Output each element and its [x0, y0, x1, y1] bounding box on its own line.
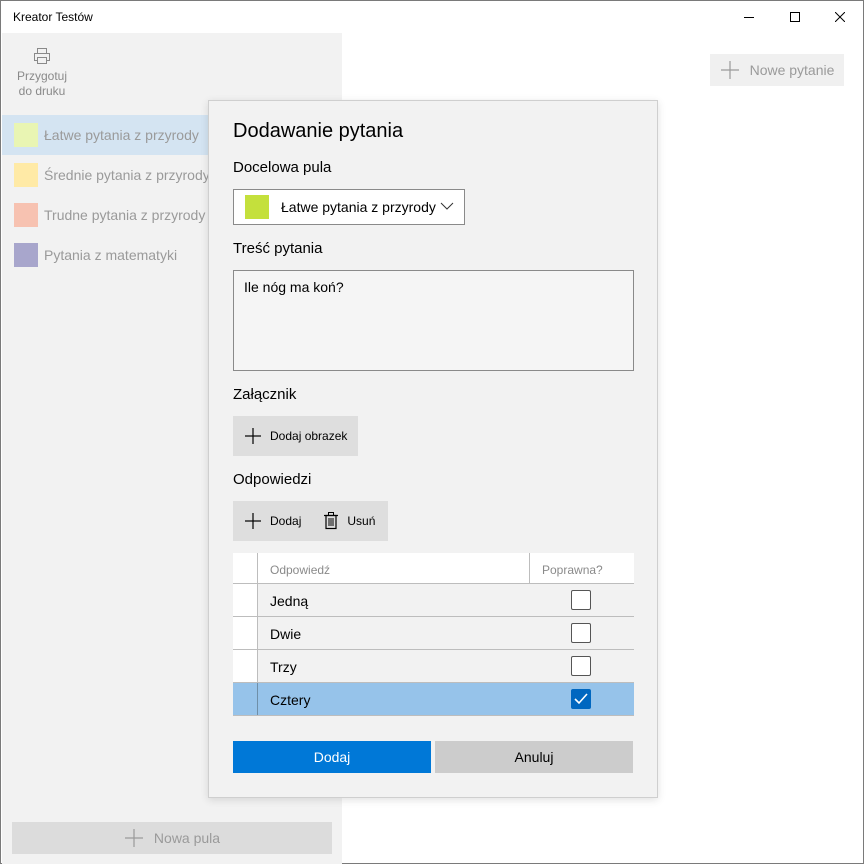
column-separator	[529, 553, 530, 583]
table-row[interactable]: Cztery	[233, 683, 634, 716]
remove-answer-label: Usuń	[347, 514, 376, 528]
new-pool-button[interactable]: Nowa pula	[12, 822, 332, 854]
column-header-correct[interactable]: Poprawna?	[542, 563, 603, 577]
pool-color-swatch	[14, 203, 38, 227]
new-question-label: Nowe pytanie	[749, 62, 835, 78]
column-header-answer[interactable]: Odpowiedź	[270, 563, 330, 577]
target-pool-label: Docelowa pula	[233, 159, 332, 176]
printer-icon	[34, 48, 50, 64]
checkmark-icon	[574, 693, 588, 705]
print-button[interactable]: Przygotuj do druku	[12, 47, 72, 107]
answers-grid: Odpowiedź Poprawna? Jedną Dwie Trzy Czte…	[233, 553, 634, 716]
answer-cell[interactable]: Cztery	[270, 692, 310, 708]
answer-cell[interactable]: Trzy	[270, 659, 297, 675]
cancel-button[interactable]: Anuluj	[435, 741, 633, 773]
answer-cell[interactable]: Dwie	[270, 626, 301, 642]
app-window: Kreator Testów Przygotuj do druku Łatwe …	[0, 0, 864, 864]
question-text-input[interactable]	[233, 270, 634, 371]
minimize-button[interactable]	[726, 1, 772, 33]
add-question-dialog: Dodawanie pytania Docelowa pula Łatwe py…	[208, 100, 658, 798]
plus-icon	[124, 829, 143, 847]
pool-color-swatch	[14, 123, 38, 147]
row-header-corner	[233, 553, 258, 583]
plus-icon	[245, 428, 261, 444]
trash-icon	[324, 512, 339, 530]
pool-item-label: Trudne pytania z przyrody	[44, 207, 206, 223]
chevron-down-icon	[440, 202, 454, 210]
minimize-icon	[744, 17, 754, 18]
table-row[interactable]: Jedną	[233, 584, 634, 617]
add-image-button[interactable]: Dodaj obrazek	[233, 416, 358, 456]
plus-icon	[720, 61, 739, 79]
row-header[interactable]	[233, 650, 258, 682]
row-header[interactable]	[233, 683, 258, 715]
correct-checkbox[interactable]	[571, 689, 591, 709]
question-text-label: Treść pytania	[233, 240, 323, 257]
print-label-line1: Przygotuj	[16, 69, 68, 83]
new-pool-label: Nowa pula	[153, 830, 221, 846]
correct-checkbox[interactable]	[571, 656, 591, 676]
pool-item-label: Pytania z matematyki	[44, 247, 178, 263]
maximize-button[interactable]	[772, 1, 818, 33]
correct-checkbox[interactable]	[571, 590, 591, 610]
table-row[interactable]: Dwie	[233, 617, 634, 650]
row-header[interactable]	[233, 584, 258, 616]
table-row[interactable]: Trzy	[233, 650, 634, 683]
answer-cell[interactable]: Jedną	[270, 593, 308, 609]
add-answer-button[interactable]: Dodaj	[233, 501, 301, 541]
window-title: Kreator Testów	[13, 10, 93, 24]
pool-item-label: Średnie pytania z przyrody	[44, 167, 210, 183]
answers-label: Odpowiedzi	[233, 471, 312, 488]
add-answer-label: Dodaj	[270, 514, 302, 528]
pool-color-swatch	[14, 163, 38, 187]
maximize-icon	[790, 12, 800, 22]
confirm-add-button[interactable]: Dodaj	[233, 741, 431, 773]
selected-pool-swatch	[245, 195, 269, 219]
add-image-label: Dodaj obrazek	[270, 429, 348, 443]
pool-item-label: Łatwe pytania z przyrody	[44, 127, 199, 143]
correct-checkbox[interactable]	[571, 623, 591, 643]
dialog-title: Dodawanie pytania	[233, 120, 404, 142]
grid-header: Odpowiedź Poprawna?	[233, 553, 634, 584]
answers-toolbar: Dodaj Usuń	[233, 501, 388, 541]
target-pool-value: Łatwe pytania z przyrody	[281, 199, 436, 215]
close-button[interactable]	[817, 1, 863, 33]
pool-color-swatch	[14, 243, 38, 267]
new-question-button[interactable]: Nowe pytanie	[710, 54, 844, 86]
remove-answer-button[interactable]: Usuń	[301, 501, 375, 541]
title-bar: Kreator Testów	[1, 1, 863, 33]
attachment-label: Załącznik	[233, 386, 297, 403]
print-label-line2: do druku	[18, 84, 66, 98]
target-pool-dropdown[interactable]: Łatwe pytania z przyrody	[233, 189, 465, 225]
close-icon	[835, 12, 845, 22]
row-header[interactable]	[233, 617, 258, 649]
plus-icon	[245, 513, 261, 529]
